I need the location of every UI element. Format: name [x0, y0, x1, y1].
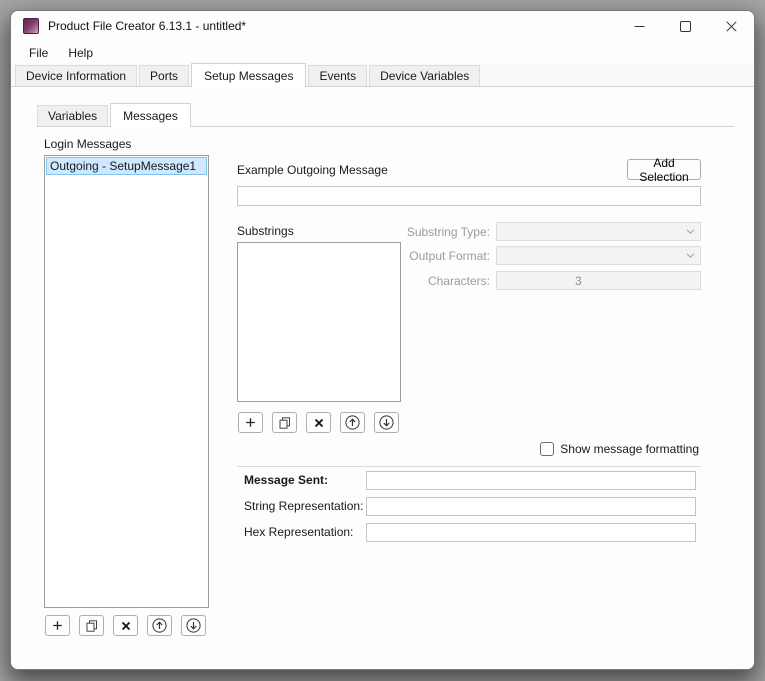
string-representation-label: String Representation: — [244, 499, 363, 513]
string-representation-input[interactable] — [366, 497, 696, 516]
move-down-icon — [379, 415, 394, 430]
output-format-label: Output Format: — [396, 249, 490, 263]
add-icon — [245, 417, 256, 428]
characters-label: Characters: — [396, 274, 490, 288]
hex-representation-label: Hex Representation: — [244, 525, 353, 539]
copy-icon — [86, 620, 98, 632]
message-sent-label: Message Sent: — [244, 473, 328, 487]
move-up-icon — [345, 415, 360, 430]
substring-type-dropdown — [496, 222, 701, 241]
show-message-formatting-checkbox[interactable] — [540, 442, 554, 456]
move-substring-down-button[interactable] — [374, 412, 399, 433]
tab-device-information[interactable]: Device Information — [15, 65, 137, 86]
substring-type-label: Substring Type: — [396, 225, 490, 239]
login-messages-toolbar — [45, 615, 206, 636]
example-outgoing-message-label: Example Outgoing Message — [237, 163, 388, 177]
titlebar: Product File Creator 6.13.1 - untitled* — [11, 11, 754, 41]
delete-icon — [314, 418, 324, 428]
chevron-down-icon — [686, 253, 695, 258]
desktop: { "window": { "title": "Product File Cre… — [0, 0, 765, 681]
substrings-list[interactable] — [237, 242, 401, 402]
menu-item-file[interactable]: File — [19, 43, 58, 63]
tab-device-variables[interactable]: Device Variables — [369, 65, 480, 86]
tab-setup-messages[interactable]: Setup Messages — [191, 63, 306, 87]
delete-substring-button[interactable] — [306, 412, 331, 433]
move-message-down-button[interactable] — [181, 615, 206, 636]
move-up-icon — [152, 618, 167, 633]
close-icon — [726, 21, 737, 32]
app-window: Product File Creator 6.13.1 - untitled* … — [10, 10, 755, 670]
menubar: File Help — [11, 41, 754, 64]
window-controls — [616, 11, 754, 41]
close-button[interactable] — [708, 11, 754, 41]
section-divider — [237, 466, 701, 467]
maximize-icon — [680, 21, 691, 32]
show-message-formatting-label: Show message formatting — [560, 442, 699, 456]
move-down-icon — [186, 618, 201, 633]
substrings-label: Substrings — [237, 224, 294, 238]
tab-events[interactable]: Events — [308, 65, 367, 86]
message-sent-input[interactable] — [366, 471, 696, 490]
add-substring-button[interactable] — [238, 412, 263, 433]
tab-messages[interactable]: Messages — [110, 103, 191, 127]
add-message-button[interactable] — [45, 615, 70, 636]
list-item-outgoing-setupmessage1[interactable]: Outgoing - SetupMessage1 — [46, 157, 207, 175]
app-icon — [23, 18, 39, 34]
add-selection-button[interactable]: Add Selection — [627, 159, 701, 180]
move-substring-up-button[interactable] — [340, 412, 365, 433]
menu-item-help[interactable]: Help — [58, 43, 103, 63]
login-messages-list[interactable]: Outgoing - SetupMessage1 — [44, 155, 209, 608]
substrings-toolbar — [238, 412, 399, 433]
login-messages-label: Login Messages — [44, 137, 131, 151]
show-message-formatting-row: Show message formatting — [540, 442, 699, 456]
output-format-dropdown — [496, 246, 701, 265]
tab-variables[interactable]: Variables — [37, 105, 108, 126]
minimize-icon — [634, 21, 645, 32]
hex-representation-input[interactable] — [366, 523, 696, 542]
example-outgoing-message-input[interactable] — [237, 186, 701, 206]
add-icon — [52, 620, 63, 631]
window-title: Product File Creator 6.13.1 - untitled* — [48, 19, 246, 33]
copy-substring-button[interactable] — [272, 412, 297, 433]
minimize-button[interactable] — [616, 11, 662, 41]
sub-tab-strip: Variables Messages — [37, 105, 734, 127]
maximize-button[interactable] — [662, 11, 708, 41]
delete-message-button[interactable] — [113, 615, 138, 636]
characters-value: 3 — [497, 274, 582, 288]
characters-field: 3 — [496, 271, 701, 290]
main-tab-strip: Device Information Ports Setup Messages … — [11, 64, 754, 87]
move-message-up-button[interactable] — [147, 615, 172, 636]
chevron-down-icon — [686, 229, 695, 234]
delete-icon — [121, 621, 131, 631]
copy-icon — [279, 417, 291, 429]
copy-message-button[interactable] — [79, 615, 104, 636]
tab-ports[interactable]: Ports — [139, 65, 189, 86]
